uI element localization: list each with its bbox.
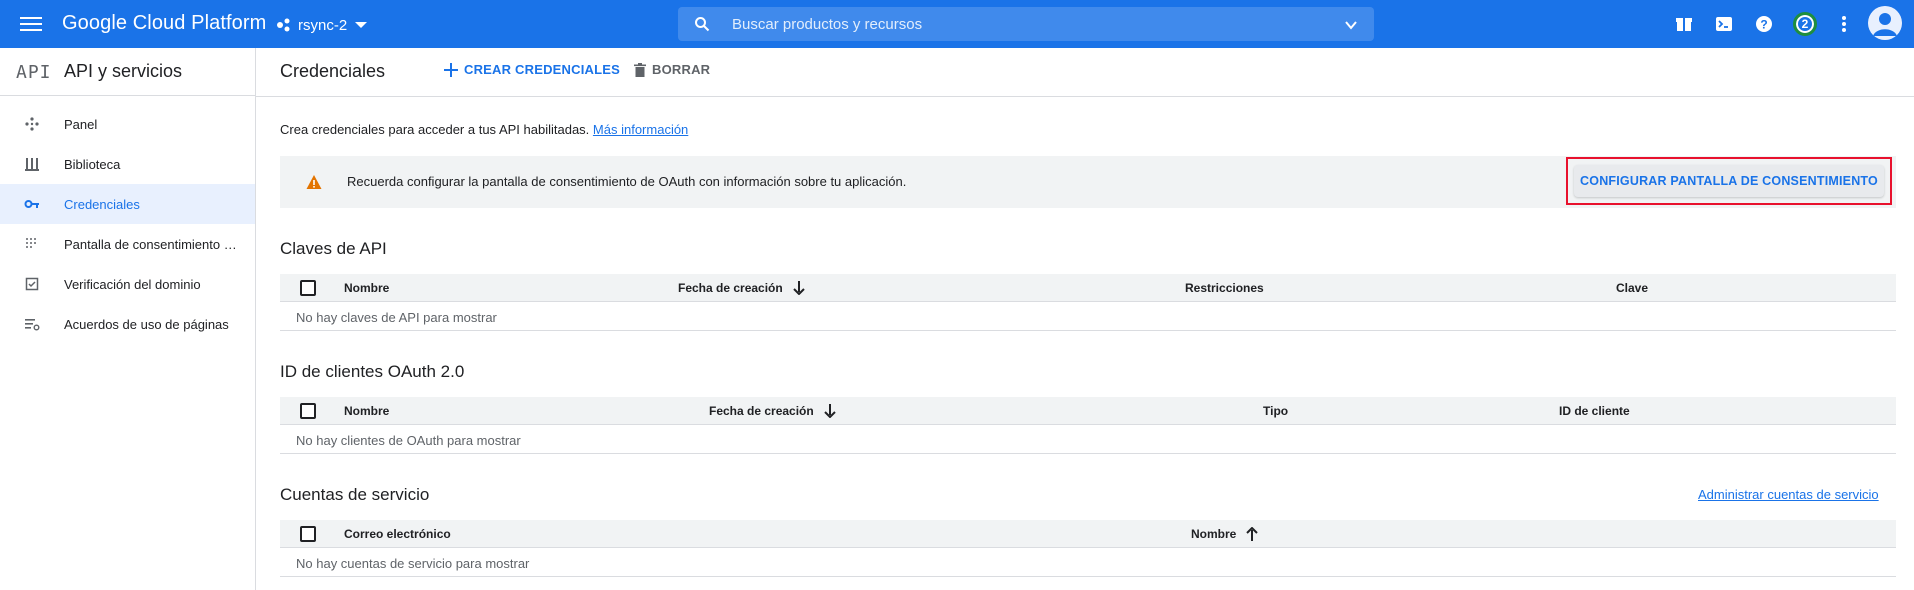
- settings-list-icon: [25, 319, 40, 331]
- table-header: Nombre Fecha de creación Restricciones C…: [280, 274, 1896, 302]
- create-credentials-button[interactable]: CREAR CREDENCIALES: [444, 62, 620, 77]
- sidebar-item-label: Verificación del dominio: [64, 276, 201, 292]
- select-all-checkbox[interactable]: [300, 280, 316, 296]
- sidebar-item-library[interactable]: Biblioteca: [0, 144, 255, 184]
- notifications-badge[interactable]: 2: [1793, 12, 1817, 36]
- highlight-box: CONFIGURAR PANTALLA DE CONSENTIMIENTO: [1566, 157, 1892, 205]
- search-icon: [695, 17, 710, 32]
- api-keys-table: Nombre Fecha de creación Restricciones C…: [280, 274, 1896, 332]
- column-header[interactable]: Tipo: [1263, 404, 1288, 418]
- sidebar-item-label: Panel: [64, 116, 98, 132]
- empty-row: No hay cuentas de servicio para mostrar: [280, 549, 1896, 577]
- table-header: Nombre Fecha de creación Tipo ID de clie…: [280, 397, 1896, 425]
- account-icon: [1868, 6, 1902, 40]
- intro-description: Crea credenciales para acceder a tus API…: [280, 122, 590, 137]
- nav-header: API API y servicios: [0, 48, 255, 96]
- domain-check-icon: [25, 277, 39, 291]
- help-icon[interactable]: ?: [1754, 14, 1774, 34]
- oauth-clients-title: ID de clientes OAuth 2.0: [280, 362, 465, 381]
- sidebar-item-label: Credenciales: [64, 196, 140, 212]
- warning-icon: [306, 175, 322, 189]
- arrow-down-icon: [793, 281, 805, 295]
- nav-title: API y servicios: [64, 61, 183, 81]
- sidebar-item-page-agreements[interactable]: Acuerdos de uso de páginas: [0, 304, 255, 344]
- search-input[interactable]: [732, 7, 1292, 41]
- manage-service-accounts-link[interactable]: Administrar cuentas de servicio: [1698, 487, 1879, 502]
- learn-more-link[interactable]: Más información: [593, 122, 688, 137]
- trash-icon: [634, 62, 646, 77]
- configure-consent-button[interactable]: CONFIGURAR PANTALLA DE CONSENTIMIENTO: [1574, 165, 1884, 197]
- delete-label: BORRAR: [652, 62, 711, 77]
- empty-row: No hay clientes de OAuth para mostrar: [280, 426, 1896, 454]
- column-header[interactable]: Nombre: [344, 281, 389, 295]
- delete-button[interactable]: BORRAR: [634, 62, 710, 77]
- brand-title[interactable]: Google Cloud Platform: [62, 12, 266, 35]
- project-icon: [277, 18, 290, 32]
- alert-message: Recuerda configurar la pantalla de conse…: [347, 174, 907, 189]
- avatar[interactable]: [1868, 6, 1902, 40]
- svg-text:?: ?: [1760, 18, 1767, 32]
- search-bar[interactable]: [678, 7, 1374, 41]
- top-bar: Google Cloud Platform rsync-2 ? 2: [0, 0, 1914, 48]
- arrow-down-icon: [824, 404, 836, 418]
- gift-icon[interactable]: [1674, 14, 1694, 34]
- page-title: Credenciales: [280, 61, 386, 81]
- service-accounts-table: Correo electrónico Nombre No hay cuentas…: [280, 520, 1896, 578]
- intro-text: Crea credenciales para acceder a tus API…: [280, 122, 688, 137]
- column-header-sorted[interactable]: Fecha de creación: [678, 281, 805, 295]
- page-header: Credenciales CREAR CREDENCIALES BORRAR: [256, 48, 1914, 97]
- create-credentials-label: CREAR CREDENCIALES: [464, 62, 621, 77]
- service-accounts-title: Cuentas de servicio: [280, 485, 430, 504]
- main-menu-icon[interactable]: [20, 14, 42, 34]
- arrow-up-icon: [1246, 527, 1259, 541]
- select-all-checkbox[interactable]: [300, 526, 316, 542]
- column-header[interactable]: Restricciones: [1185, 281, 1264, 295]
- sidebar-item-oauth-consent[interactable]: Pantalla de consentimiento de OAuth: [0, 224, 255, 264]
- sidebar-item-panel[interactable]: Panel: [0, 104, 255, 144]
- column-header-sorted[interactable]: Fecha de creación: [709, 404, 836, 418]
- chevron-down-icon: [355, 22, 368, 28]
- sidebar-item-credentials[interactable]: Credenciales: [0, 184, 255, 224]
- api-logo: API: [16, 62, 52, 83]
- sidebar-item-label: Biblioteca: [64, 156, 121, 172]
- project-name: rsync-2: [298, 16, 348, 34]
- select-all-checkbox[interactable]: [300, 403, 316, 419]
- column-header[interactable]: Nombre: [344, 404, 389, 418]
- column-header[interactable]: Clave: [1616, 281, 1648, 295]
- sidebar-item-label: Pantalla de consentimiento de OAuth: [64, 236, 240, 252]
- oauth-clients-table: Nombre Fecha de creación Tipo ID de clie…: [280, 397, 1896, 455]
- more-vert-icon[interactable]: [1834, 14, 1854, 34]
- api-keys-title: Claves de API: [280, 239, 387, 258]
- empty-row: No hay claves de API para mostrar: [280, 303, 1896, 331]
- column-header[interactable]: Correo electrónico: [344, 527, 451, 541]
- consent-icon: [26, 238, 36, 248]
- dashboard-icon: [25, 117, 39, 131]
- project-selector[interactable]: rsync-2: [276, 13, 368, 37]
- library-icon: [25, 158, 39, 171]
- sidebar-item-domain-verification[interactable]: Verificación del dominio: [0, 264, 255, 304]
- column-header-sorted[interactable]: Nombre: [1191, 527, 1259, 541]
- table-header: Correo electrónico Nombre: [280, 520, 1896, 548]
- search-expand-icon[interactable]: [1344, 18, 1358, 32]
- column-header[interactable]: ID de cliente: [1559, 404, 1630, 418]
- side-navigation: API API y servicios Panel Biblioteca Cre…: [0, 48, 256, 590]
- consent-alert: Recuerda configurar la pantalla de conse…: [280, 156, 1896, 208]
- cloud-shell-icon[interactable]: [1714, 14, 1734, 34]
- sidebar-item-label: Acuerdos de uso de páginas: [64, 316, 229, 332]
- plus-icon: [444, 62, 458, 77]
- key-icon: [24, 200, 39, 208]
